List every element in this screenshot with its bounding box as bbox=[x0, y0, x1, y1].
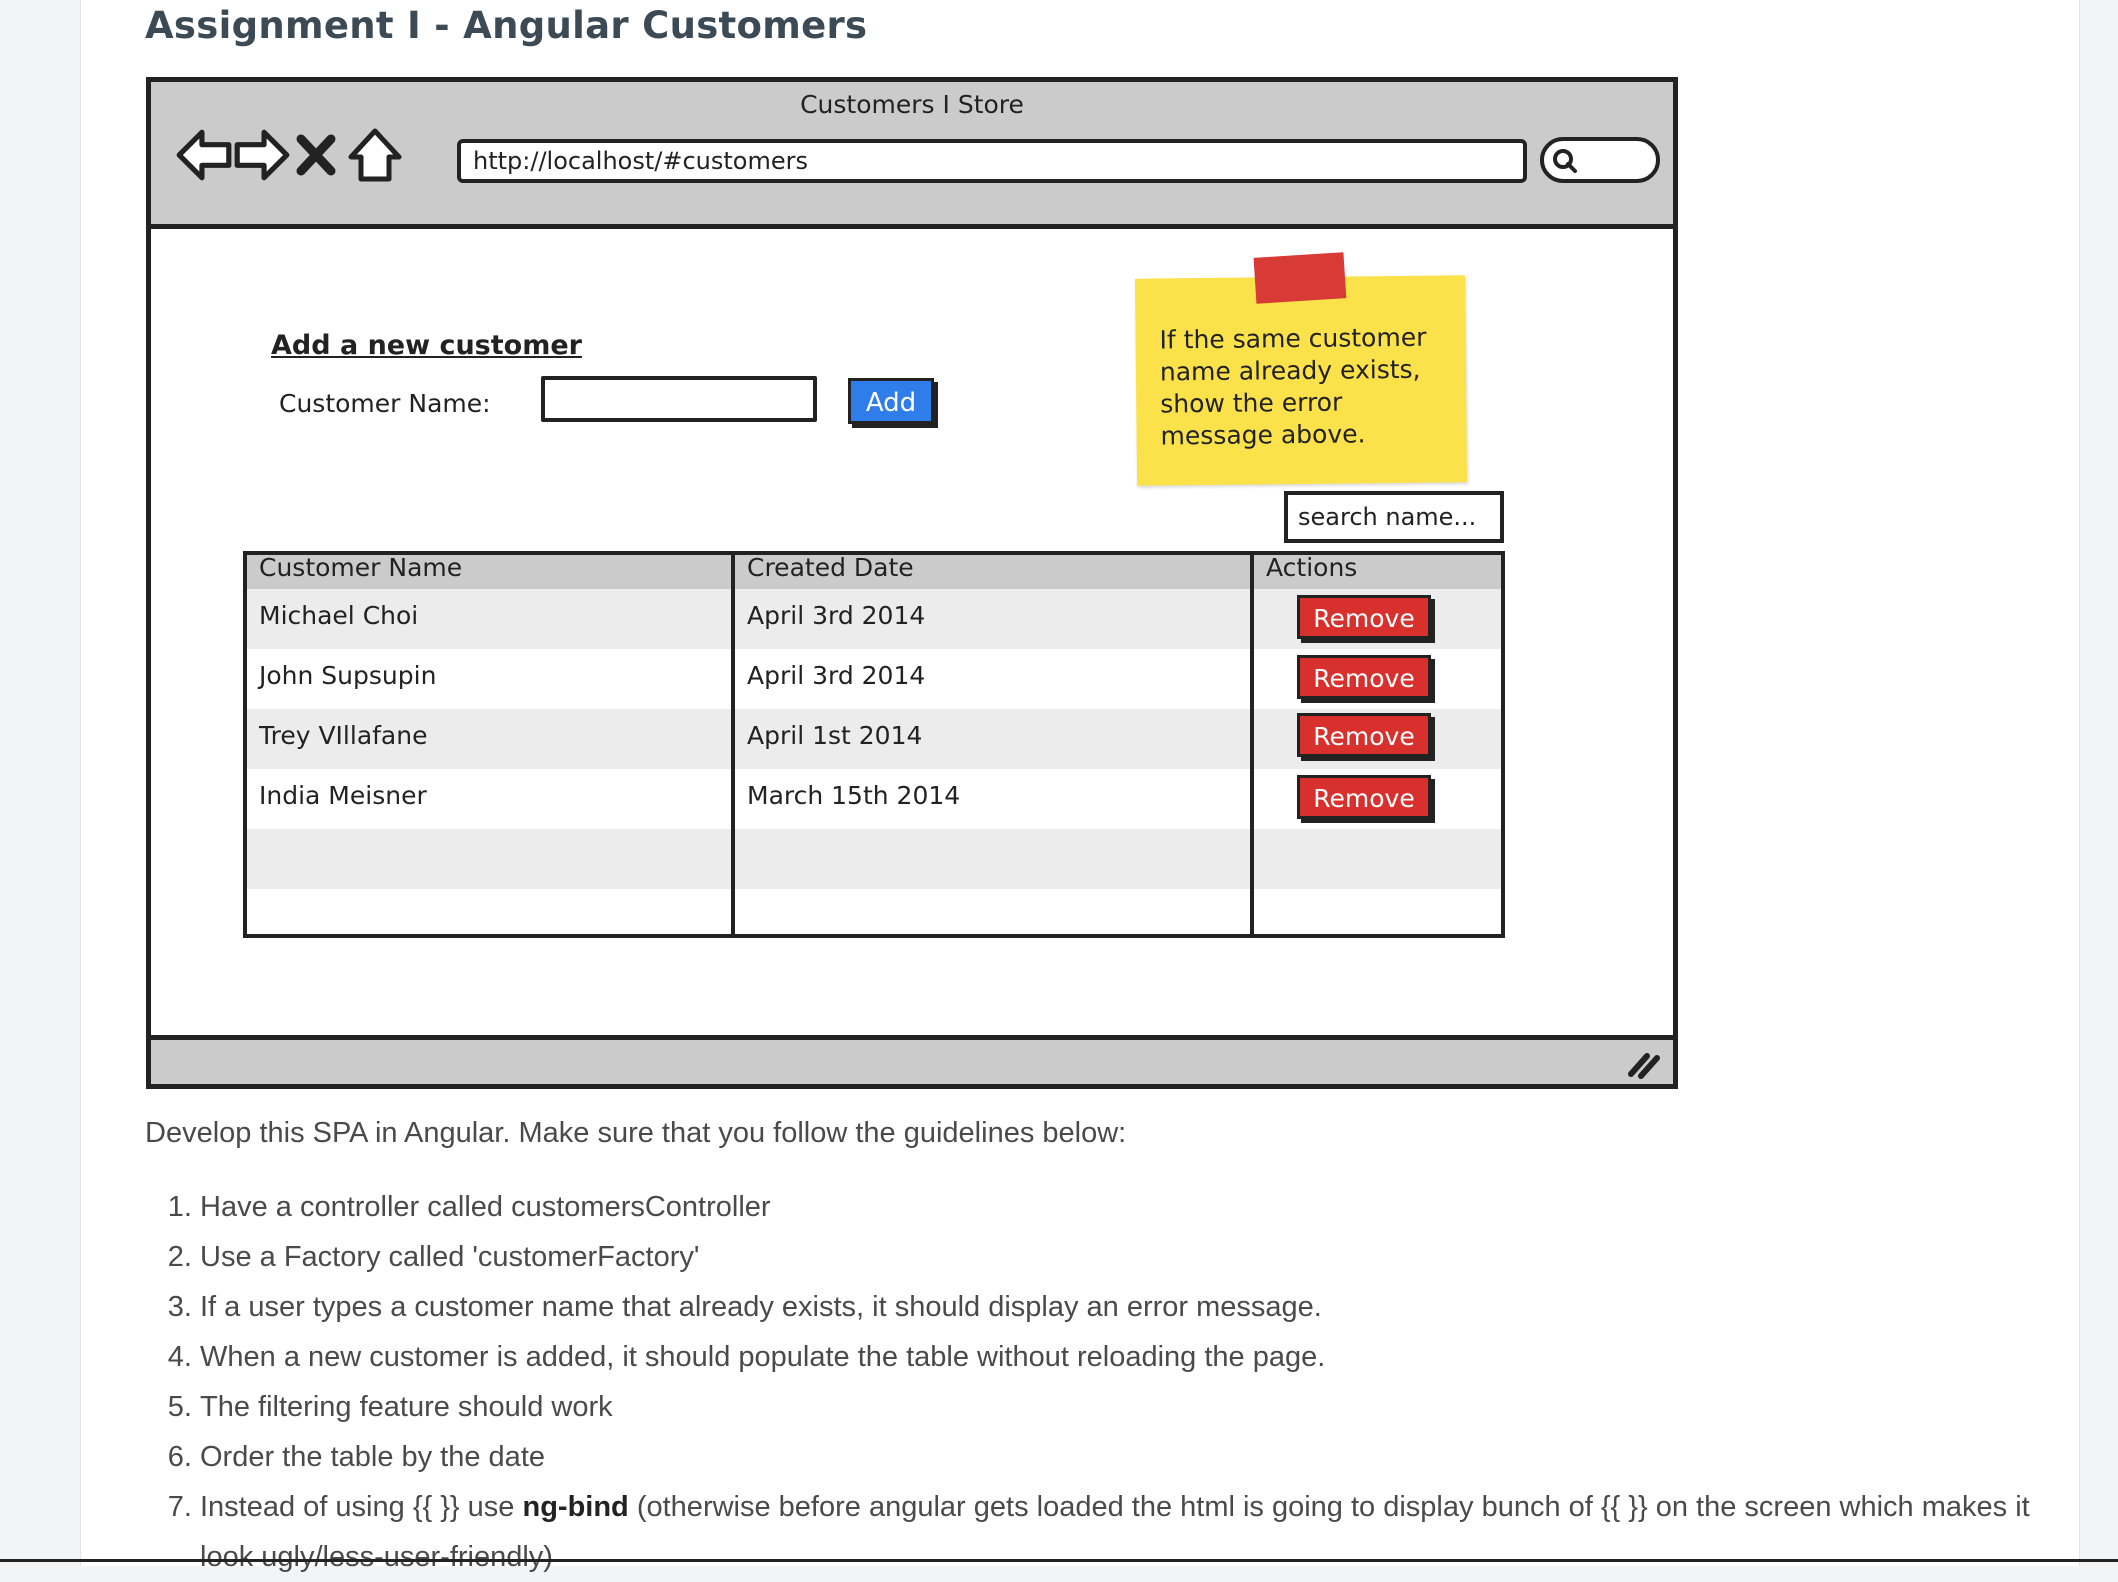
table-row: Trey VIllafane April 1st 2014 Remove bbox=[247, 709, 1501, 769]
table-header-row: Customer Name Created Date Actions bbox=[247, 555, 1501, 589]
page-title: Assignment I - Angular Customers bbox=[145, 4, 868, 47]
guideline-item: Order the table by the date bbox=[200, 1432, 2070, 1482]
guideline-item: When a new customer is added, it should … bbox=[200, 1332, 2070, 1382]
column-header: Created Date bbox=[747, 553, 914, 582]
add-button: Add bbox=[848, 378, 934, 424]
guideline-item: Use a Factory called 'customerFactory' bbox=[200, 1232, 2070, 1282]
mock-window-title: Customers I Store bbox=[800, 90, 1024, 119]
home-icon bbox=[347, 124, 403, 186]
customer-name-cell: Michael Choi bbox=[259, 601, 419, 630]
column-header: Customer Name bbox=[259, 553, 463, 582]
created-date-cell: March 15th 2014 bbox=[747, 781, 961, 810]
empty-table-row bbox=[247, 829, 1501, 889]
customer-name-cell: India Meisner bbox=[259, 781, 427, 810]
column-header: Actions bbox=[1266, 553, 1358, 582]
customer-name-label: Customer Name: bbox=[279, 389, 491, 418]
ng-bind-keyword: ng-bind bbox=[522, 1491, 629, 1523]
remove-button: Remove bbox=[1297, 655, 1431, 699]
mock-search-field bbox=[1540, 137, 1660, 183]
guideline-text: Instead of using {{ }} use bbox=[200, 1491, 523, 1523]
search-name-input: search name... bbox=[1284, 491, 1504, 543]
remove-button: Remove bbox=[1297, 595, 1431, 639]
guideline-item: The filtering feature should work bbox=[200, 1382, 2070, 1432]
remove-button: Remove bbox=[1297, 775, 1431, 819]
forward-arrow-icon bbox=[231, 124, 293, 186]
table-row: John Supsupin April 3rd 2014 Remove bbox=[247, 649, 1501, 709]
resize-grip-icon bbox=[1628, 1053, 1660, 1079]
sticky-note: If the same customer name already exists… bbox=[1134, 252, 1468, 486]
search-icon bbox=[1553, 149, 1577, 173]
customers-table: Customer Name Created Date Actions Micha… bbox=[243, 551, 1505, 938]
empty-table-row bbox=[247, 889, 1501, 934]
guidelines-list: Have a controller called customersContro… bbox=[145, 1182, 2070, 1582]
created-date-cell: April 3rd 2014 bbox=[747, 601, 926, 630]
mock-status-bar bbox=[151, 1035, 1673, 1084]
remove-button: Remove bbox=[1297, 713, 1431, 757]
table-row: Michael Choi April 3rd 2014 Remove bbox=[247, 589, 1501, 649]
customer-name-cell: John Supsupin bbox=[259, 661, 437, 690]
column-divider bbox=[1250, 555, 1254, 934]
guideline-item: Have a controller called customersContro… bbox=[200, 1182, 2070, 1232]
customer-name-cell: Trey VIllafane bbox=[259, 721, 428, 750]
column-divider bbox=[731, 555, 735, 934]
guideline-item: Instead of using {{ }} use ng-bind (othe… bbox=[200, 1482, 2070, 1582]
bottom-divider bbox=[0, 1559, 2118, 1562]
mock-browser-toolbar: Customers I Store http://localhost/#cust… bbox=[151, 82, 1673, 229]
mock-address-bar: http://localhost/#customers bbox=[457, 139, 1527, 183]
table-row: India Meisner March 15th 2014 Remove bbox=[247, 769, 1501, 829]
add-customer-heading: Add a new customer bbox=[271, 330, 582, 361]
customer-name-input bbox=[541, 376, 817, 422]
sticky-note-text: If the same customer name already exists… bbox=[1159, 322, 1427, 451]
wireframe-mockup: Customers I Store http://localhost/#cust… bbox=[146, 77, 1678, 1089]
created-date-cell: April 3rd 2014 bbox=[747, 661, 926, 690]
close-icon bbox=[291, 124, 341, 186]
guideline-item: If a user types a customer name that alr… bbox=[200, 1282, 2070, 1332]
back-arrow-icon bbox=[173, 124, 235, 186]
created-date-cell: April 1st 2014 bbox=[747, 721, 923, 750]
instructions-intro: Develop this SPA in Angular. Make sure t… bbox=[145, 1117, 1127, 1149]
note-tape bbox=[1253, 252, 1347, 304]
